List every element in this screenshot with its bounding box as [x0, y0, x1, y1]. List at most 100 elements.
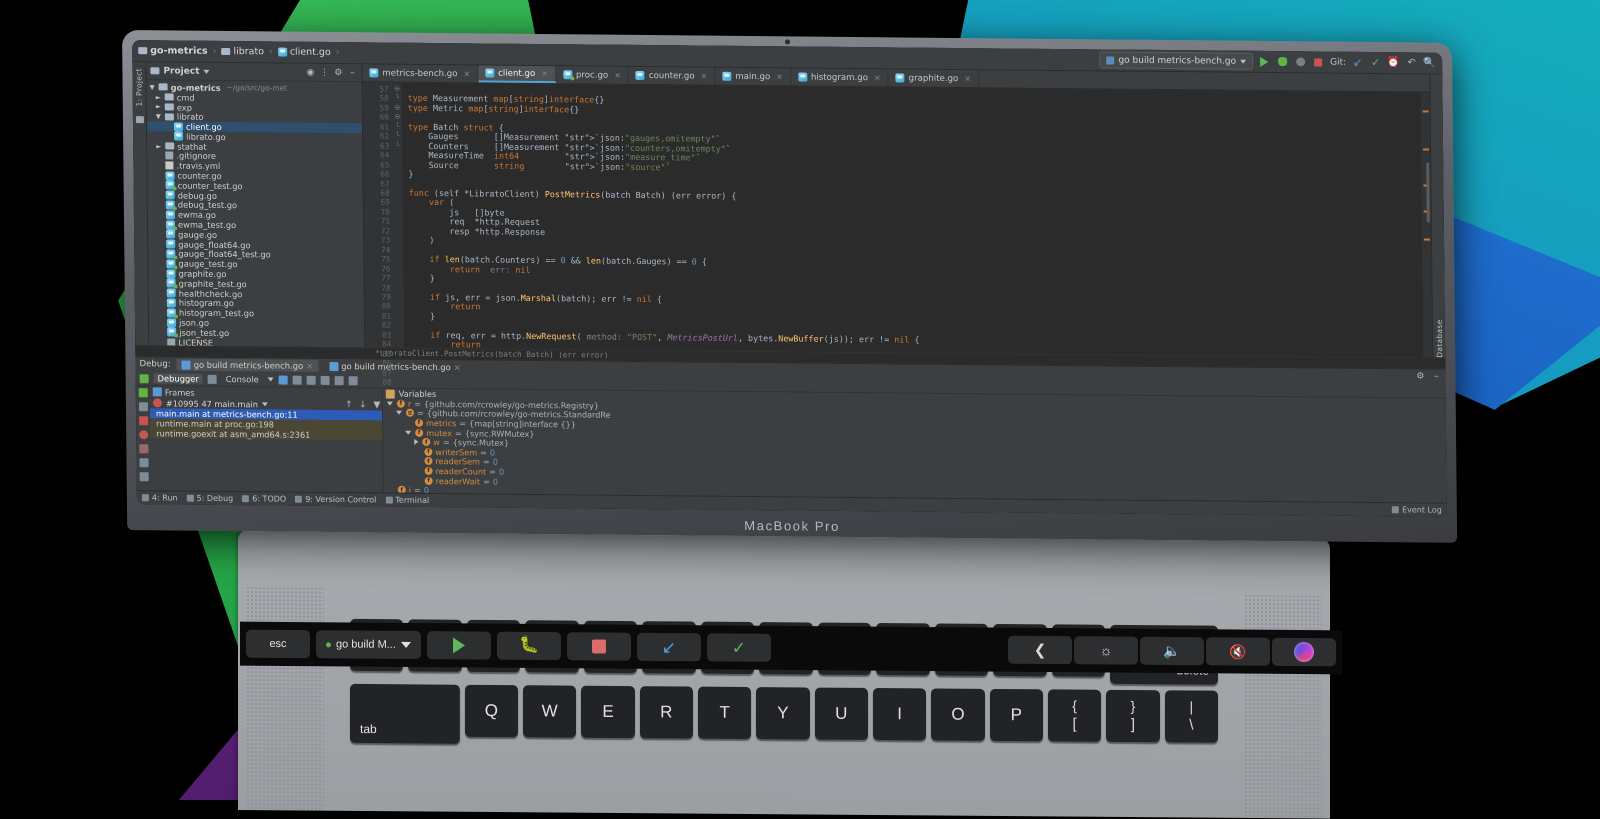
warning-marker[interactable] [1423, 148, 1429, 150]
close-icon[interactable]: × [701, 72, 708, 81]
close-icon[interactable]: × [541, 69, 548, 78]
touchbar-resume-button[interactable]: ✓ [707, 633, 771, 662]
variable-list[interactable]: fr={github.com/rcrowley/go-metrics.Regis… [383, 399, 1447, 505]
key-bracket-left[interactable]: { [ [1048, 689, 1101, 741]
warning-marker[interactable] [1424, 239, 1430, 241]
step-into-icon[interactable] [293, 375, 302, 384]
key-e[interactable]: E [581, 686, 634, 738]
key-w[interactable]: W [523, 685, 576, 737]
git-update-button[interactable]: ↙ [1351, 56, 1364, 69]
key-r[interactable]: R [640, 686, 693, 738]
statusbar-item-terminal[interactable]: Terminal [385, 496, 429, 505]
force-step-into-icon[interactable] [307, 375, 316, 384]
pause-icon[interactable] [138, 402, 147, 411]
key-u[interactable]: U [815, 688, 868, 740]
touchbar-step-into-button[interactable]: ↙ [637, 633, 701, 662]
key-q[interactable]: Q [465, 685, 518, 737]
search-button[interactable]: 🔍 [1423, 56, 1436, 69]
chevron-down-icon[interactable] [268, 377, 274, 381]
attach-button[interactable] [1294, 55, 1307, 68]
breadcrumb-item-package[interactable]: librato › [221, 46, 275, 58]
close-icon[interactable]: × [306, 361, 313, 371]
breadcrumb-item-file[interactable]: client.go › [278, 46, 342, 58]
fold-marker[interactable]: ⊖ [393, 104, 402, 114]
touchbar-mute-button[interactable]: 🔇 [1206, 637, 1270, 666]
undo-button[interactable]: ↶ [1405, 56, 1418, 69]
fold-marker[interactable]: └ [393, 132, 402, 142]
filter-icon[interactable]: ▼ [372, 400, 382, 410]
stop-icon[interactable] [139, 416, 148, 425]
close-icon[interactable]: × [776, 72, 783, 81]
stop-button[interactable] [1312, 55, 1325, 68]
hide-icon[interactable]: – [1431, 372, 1441, 382]
variables-panel[interactable]: Variables fr={github.com/rcrowley/go-met… [383, 389, 1447, 503]
fold-marker[interactable]: ⊖ [393, 113, 402, 123]
debug-button[interactable] [1276, 55, 1289, 68]
gear-icon[interactable]: ⚙ [1415, 371, 1425, 381]
editor-tab-proc-go[interactable]: proc.go× [556, 66, 629, 84]
chevron-down-icon[interactable] [203, 69, 209, 73]
keyboard-row-qwerty[interactable]: tab Q W E R T Y U I O P { [ } ] | [350, 684, 1218, 750]
breadcrumb[interactable]: go-metrics › librato › client.go › [132, 45, 1099, 65]
statusbar-item-4-run[interactable]: 4: Run [142, 493, 178, 502]
close-icon[interactable]: × [614, 71, 621, 80]
project-pane-header[interactable]: Project ◉ ⋮ ⚙ – [146, 62, 361, 82]
gear-icon[interactable] [139, 472, 148, 481]
frames-panel[interactable]: Frames #10995 47 main.main ↑ ↓ ▼ [150, 386, 384, 492]
tab-console[interactable]: Console [222, 374, 263, 384]
close-icon[interactable]: × [964, 74, 971, 83]
settings-icon[interactable] [139, 458, 148, 467]
debug-session-tab-2[interactable]: go build metrics-bench.go × [324, 360, 466, 373]
touchbar-esc-button[interactable]: esc [246, 630, 310, 659]
evaluate-expression-icon[interactable] [349, 376, 358, 385]
history-button[interactable]: ⏰ [1387, 56, 1400, 69]
editor-tab-client-go[interactable]: client.go× [478, 65, 556, 83]
touchbar-volume-button[interactable]: 🔈 [1140, 637, 1204, 666]
chevron-down-icon[interactable] [262, 402, 268, 406]
touchbar-control-strip[interactable]: ❮ ☼ 🔈 🔇 [1008, 636, 1336, 667]
key-backslash[interactable]: | \ [1165, 690, 1218, 742]
editor-tab-metrics-bench-go[interactable]: metrics-bench.go× [362, 64, 478, 82]
key-t[interactable]: T [698, 687, 751, 739]
editor-area[interactable]: metrics-bench.go×client.go×proc.go×count… [362, 64, 1432, 357]
key-o[interactable]: O [931, 688, 984, 740]
touchbar-brightness-button[interactable]: ☼ [1074, 636, 1138, 665]
editor-tab-counter-go[interactable]: counter.go× [629, 67, 716, 85]
hide-icon[interactable]: – [347, 68, 357, 78]
key-i[interactable]: I [873, 688, 926, 740]
touchbar-expand-button[interactable]: ❮ [1008, 636, 1072, 665]
warning-marker[interactable] [1423, 110, 1429, 112]
mute-breakpoints-icon[interactable] [139, 444, 148, 453]
key-y[interactable]: Y [756, 687, 809, 739]
debug-session-tab-1[interactable]: go build metrics-bench.go × [177, 359, 319, 372]
gear-icon[interactable]: ⚙ [333, 68, 343, 78]
close-icon[interactable]: × [454, 362, 461, 372]
twisty-icon[interactable]: ▼ [149, 83, 156, 91]
rerun-icon[interactable] [140, 374, 149, 383]
source-code[interactable]: type Measurement map[string]interface{}t… [402, 83, 1424, 358]
structure-icon[interactable] [135, 116, 143, 123]
vertical-scrollbar[interactable] [1426, 163, 1430, 223]
run-configuration-toolbar[interactable]: go build metrics-bench.go Git: ↙ ✓ ⏰ ↶ 🔍 [1099, 51, 1442, 71]
code-viewport[interactable]: 5758596061626364656667686970717273747576… [363, 82, 1433, 357]
fold-marker[interactable]: └ [393, 94, 402, 104]
twisty-collapsed-icon[interactable] [414, 439, 418, 445]
statusbar-item-event-log[interactable]: Event Log [1392, 505, 1442, 514]
touchbar-run-config-button[interactable]: go build M... [316, 630, 421, 659]
sidebar-item-project[interactable]: 1: Project [134, 68, 143, 106]
debugger-action-rail[interactable] [136, 386, 151, 490]
stack-frame-row[interactable]: runtime.goexit at asm_amd64.s:2361 [150, 428, 382, 440]
project-tool-window[interactable]: Project ◉ ⋮ ⚙ – ▼go-metrics~/go/src/go-m… [146, 62, 365, 347]
sidebar-item-database[interactable]: Database [1432, 79, 1444, 358]
editor-tab-graphite-go[interactable]: graphite.go× [889, 69, 980, 87]
close-icon[interactable]: × [874, 73, 881, 82]
view-breakpoints-icon[interactable] [139, 430, 148, 439]
git-commit-button[interactable]: ✓ [1369, 56, 1382, 69]
locate-icon[interactable]: ◉ [305, 67, 315, 77]
twisty-icon[interactable]: ▼ [155, 113, 162, 121]
fold-marker[interactable]: └ [393, 122, 402, 132]
twisty-expanded-icon[interactable] [387, 401, 393, 405]
touchbar-stop-button[interactable] [567, 632, 631, 661]
twisty-expanded-icon[interactable] [396, 411, 402, 415]
twisty-expanded-icon[interactable] [405, 430, 411, 434]
